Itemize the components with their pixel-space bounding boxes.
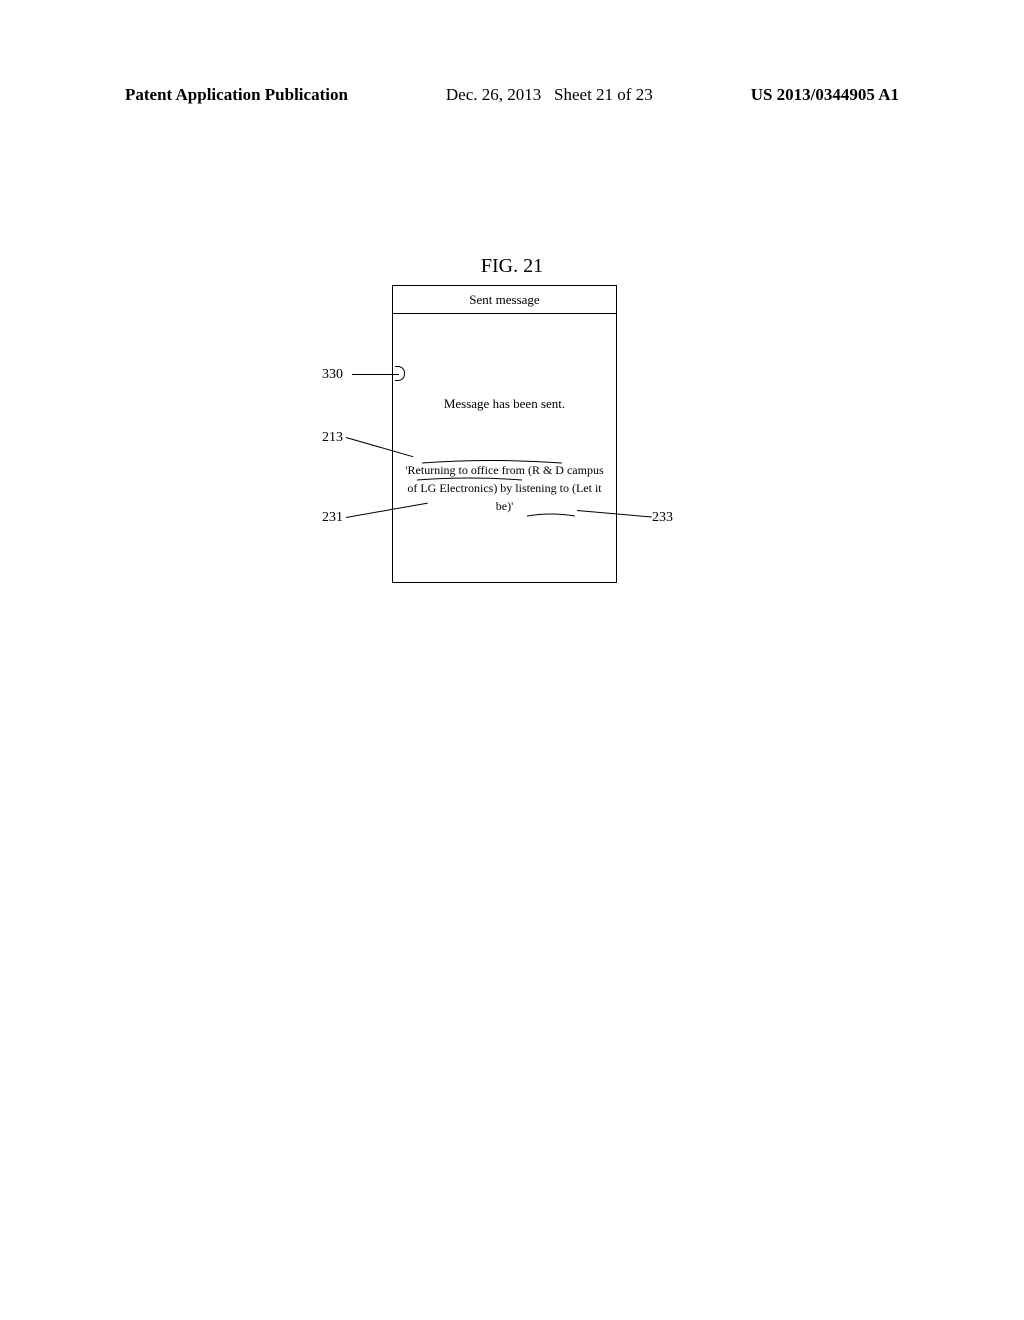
header-center: Dec. 26, 2013 Sheet 21 of 23: [446, 85, 653, 105]
ref-231: 231: [322, 510, 343, 526]
header-date: Dec. 26, 2013: [446, 85, 541, 104]
ref-330: 330: [322, 367, 343, 383]
header-publication: Patent Application Publication: [125, 85, 348, 105]
underline-curve-2: [417, 476, 522, 484]
lead-line-330: [352, 374, 399, 375]
figure-label: FIG. 21: [481, 255, 543, 278]
page-header: Patent Application Publication Dec. 26, …: [0, 85, 1024, 105]
phone-screen: Sent message Message has been sent. 'Ret…: [392, 285, 617, 583]
underline-curve-1: [422, 459, 562, 467]
message-body: 'Returning to office from (R & D campus …: [393, 461, 616, 515]
ref-233: 233: [652, 510, 673, 526]
header-pubno: US 2013/0344905 A1: [751, 85, 899, 105]
screen-title: Sent message: [393, 286, 616, 314]
status-text: Message has been sent.: [393, 396, 616, 412]
header-sheet: Sheet 21 of 23: [554, 85, 653, 104]
ref-213: 213: [322, 430, 343, 446]
underline-curve-3: [527, 512, 575, 520]
